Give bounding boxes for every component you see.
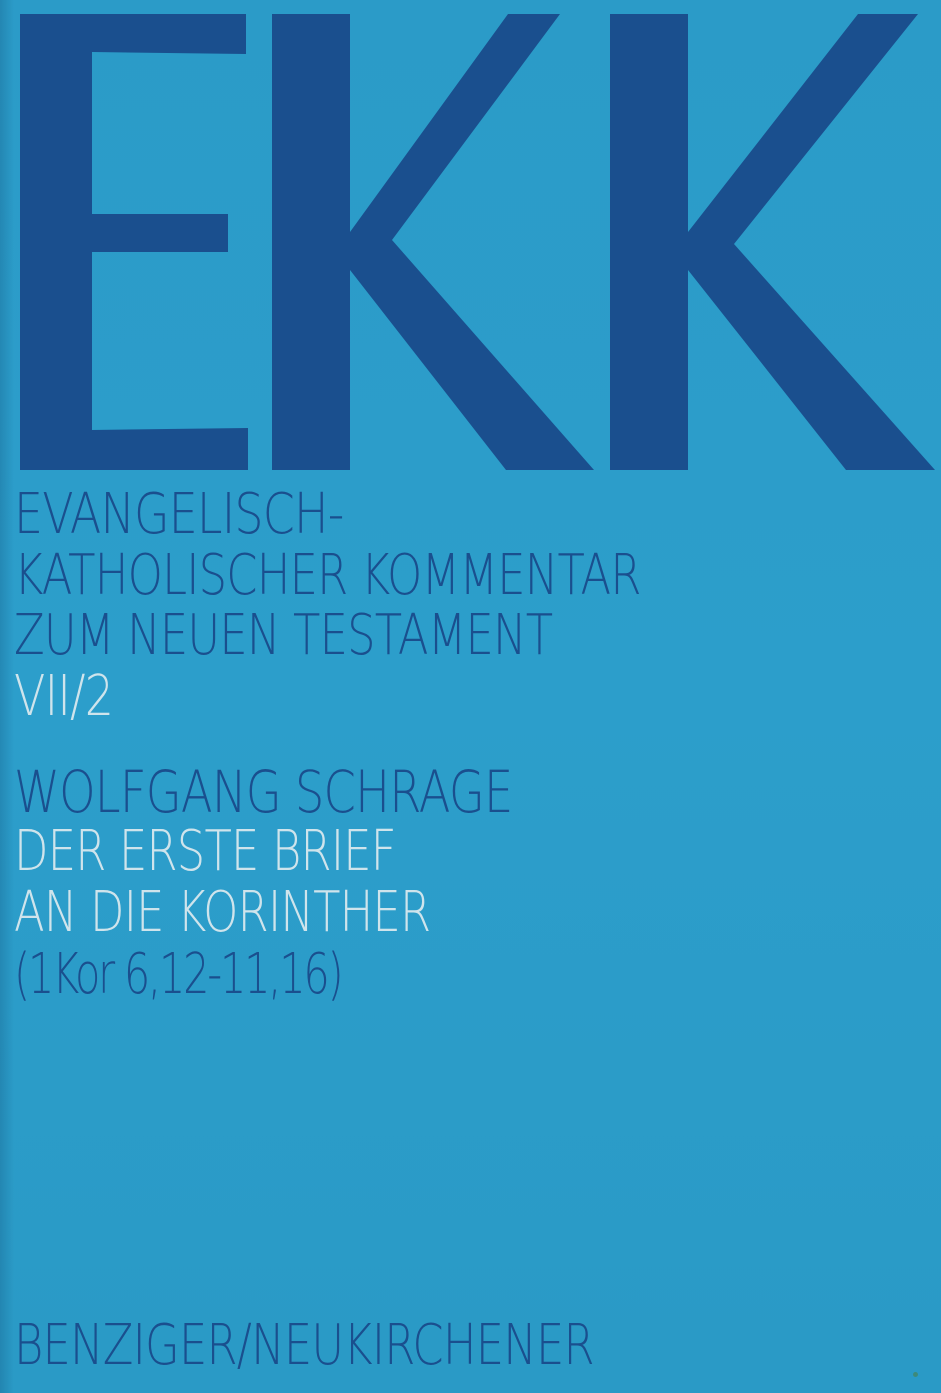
series-title-line-3: ZUM NEUEN TESTAMENT bbox=[14, 603, 553, 668]
book-title-line-1: DER ERSTE BRIEF bbox=[14, 819, 397, 884]
ekk-logo bbox=[20, 14, 935, 470]
print-speck bbox=[913, 1372, 918, 1377]
volume-number: VII/2 bbox=[14, 664, 114, 729]
book-cover: EVANGELISCH- KATHOLISCHER KOMMENTAR ZUM … bbox=[0, 0, 941, 1393]
publisher-name: BENZIGER/NEUKIRCHENER bbox=[14, 1313, 595, 1378]
series-title-line-1: EVANGELISCH- bbox=[14, 482, 344, 547]
scripture-range: (1Kor 6,12-11,16) bbox=[14, 942, 344, 1007]
book-title-line-2: AN DIE KORINTHER bbox=[14, 880, 431, 945]
series-title-line-2: KATHOLISCHER KOMMENTAR bbox=[14, 543, 642, 608]
author-name: WOLFGANG SCHRAGE bbox=[14, 758, 513, 826]
